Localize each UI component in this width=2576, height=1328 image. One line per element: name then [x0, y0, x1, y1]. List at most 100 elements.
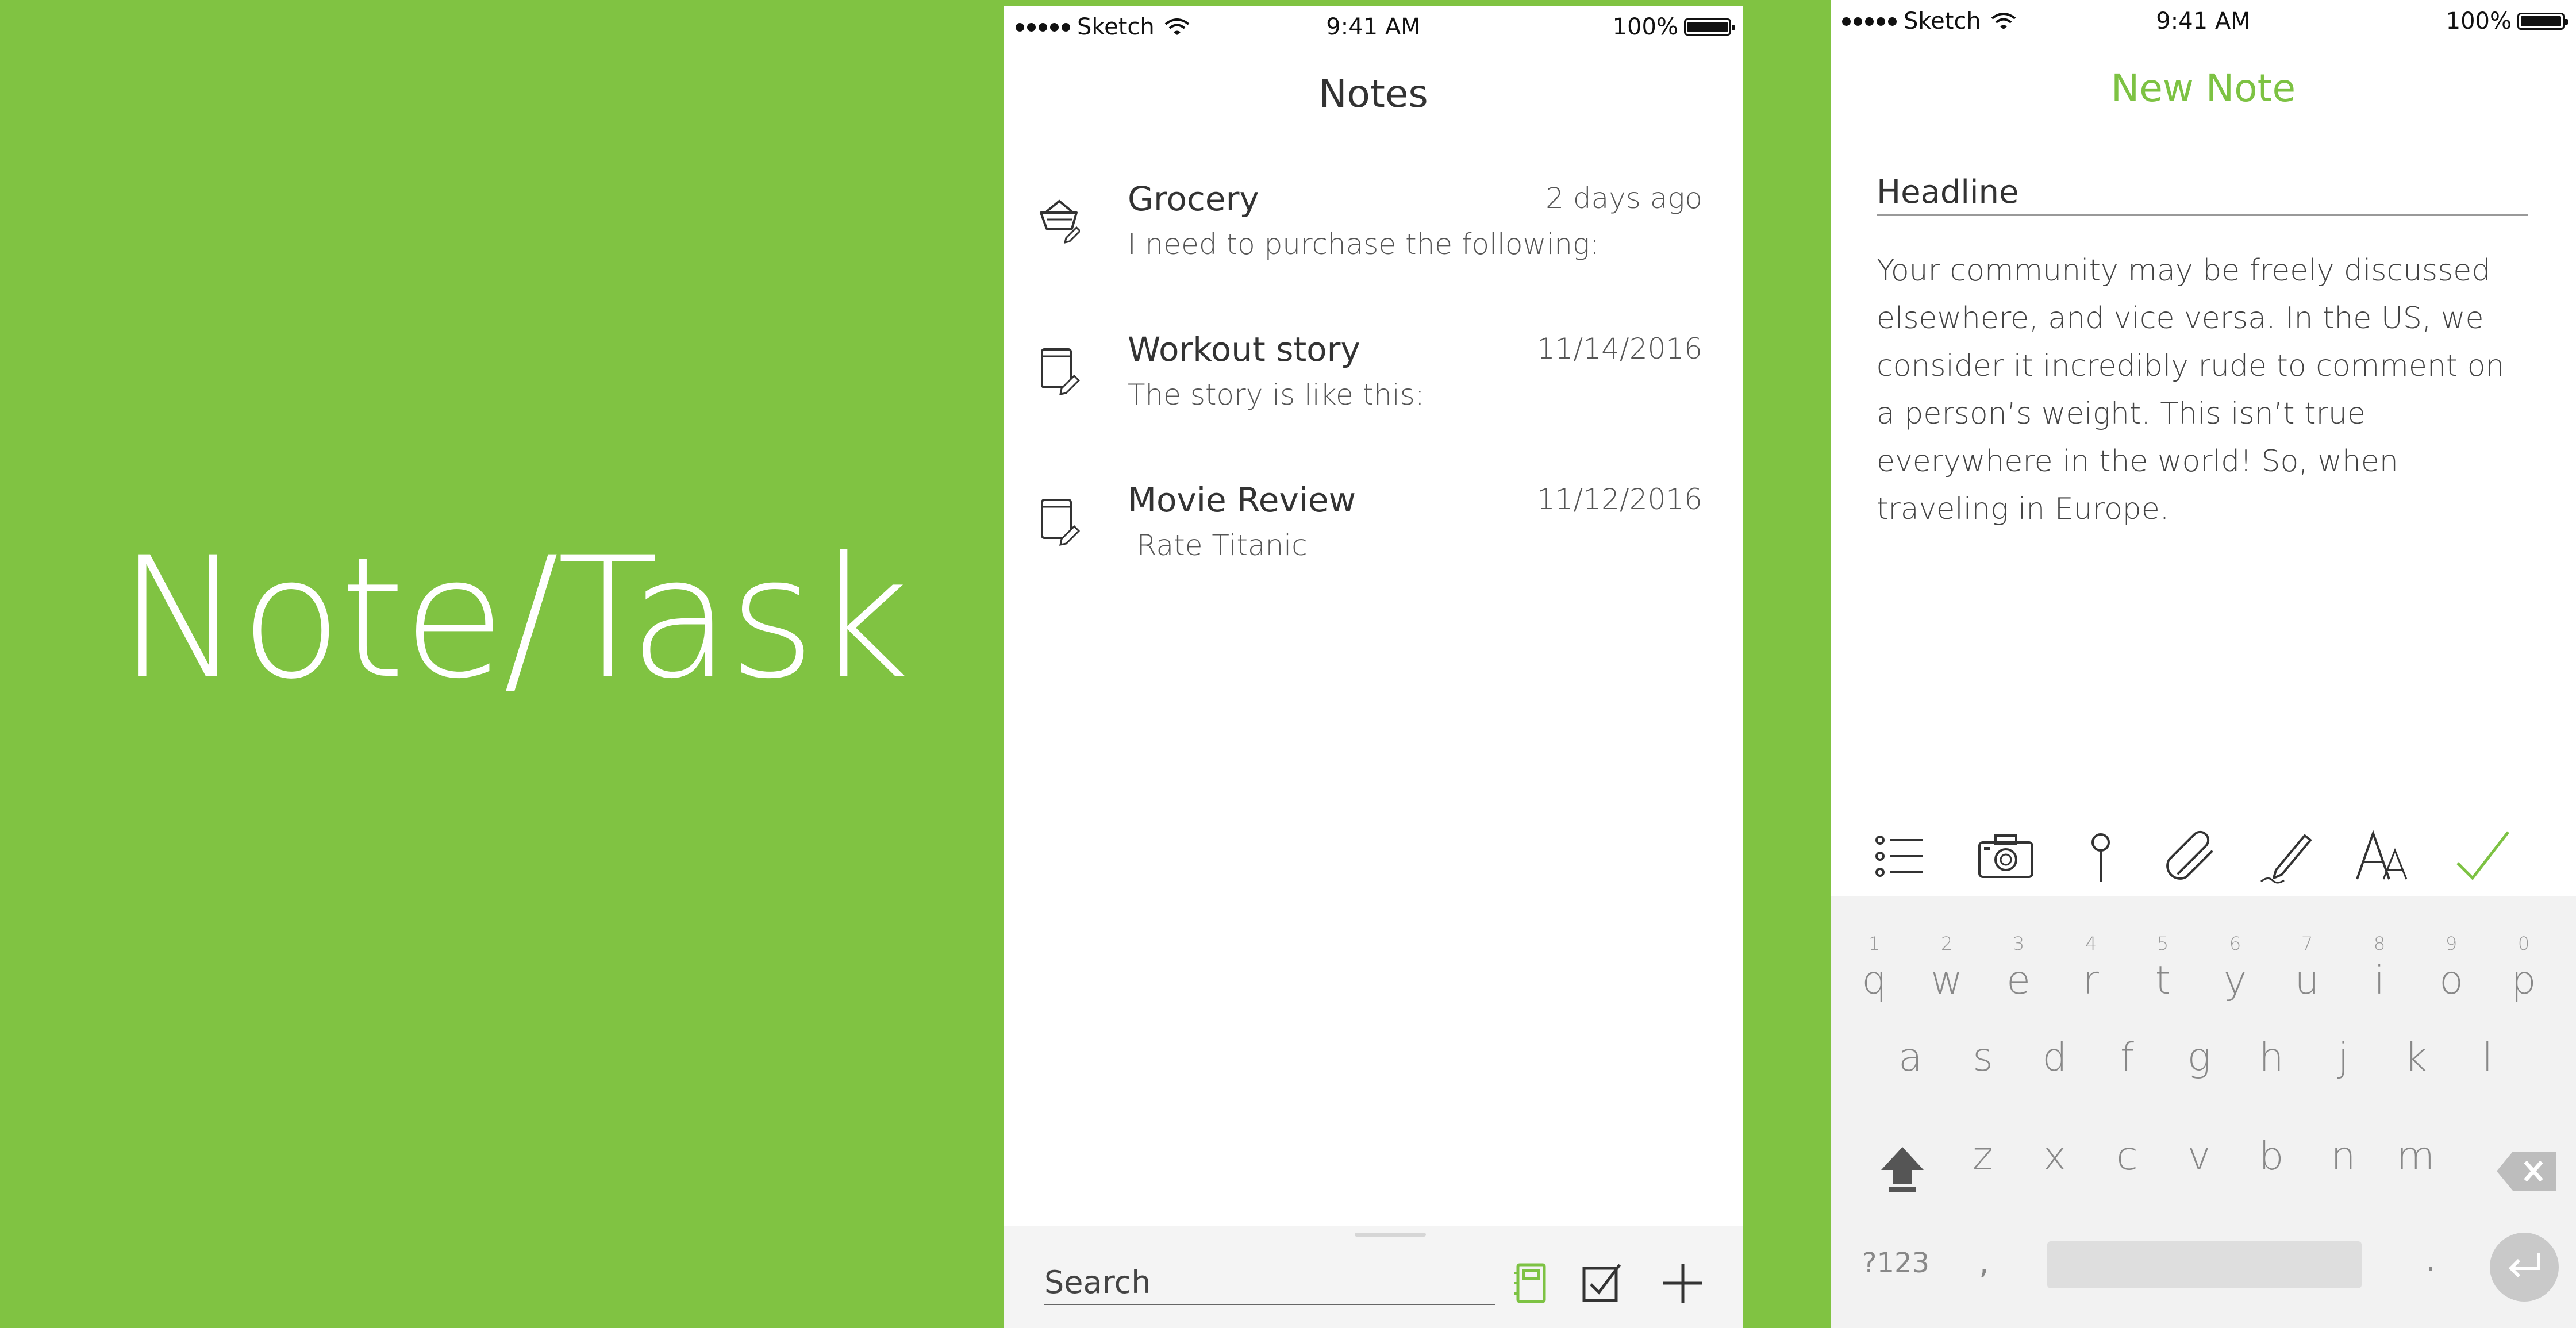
key-number-hint: 9 — [2445, 933, 2458, 954]
note-title: Workout story — [1128, 330, 1360, 369]
paperclip-icon[interactable] — [2161, 827, 2219, 885]
text-format-icon[interactable] — [2354, 827, 2411, 885]
key[interactable]: 2w — [1914, 931, 1979, 1006]
key-letter: q — [1862, 958, 1887, 1003]
note-row[interactable]: Movie Review Rate Titanic 11/12/2016 — [1004, 468, 1743, 606]
note-preview: The story is like this: — [1128, 378, 1425, 411]
key-number-hint: 6 — [2229, 933, 2241, 954]
period-key[interactable]: . — [2425, 1241, 2436, 1279]
checkmark-icon[interactable] — [2454, 827, 2512, 885]
keyboard: ?123 , . 1q2w3e4r5t6y7u8i9o0pasdfghjklzx… — [1831, 896, 2576, 1328]
space-key[interactable] — [2047, 1241, 2362, 1288]
key[interactable]: 1q — [1842, 931, 1906, 1006]
key-letter: y — [2223, 958, 2247, 1003]
comma-key[interactable]: , — [1979, 1244, 1989, 1281]
editor-toolbar — [1831, 827, 2576, 891]
note-row[interactable]: Grocery I need to purchase the following… — [1004, 167, 1743, 305]
page-title: New Note — [2110, 66, 2296, 110]
checklist-icon[interactable] — [1871, 827, 1928, 885]
key-letter: x — [2043, 1134, 2067, 1179]
key-letter: g — [2187, 1035, 2211, 1080]
plus-icon[interactable] — [1662, 1262, 1704, 1304]
key-number-hint: 2 — [1940, 933, 1953, 954]
key-letter: c — [2116, 1134, 2138, 1179]
note-preview: Rate Titanic — [1128, 529, 1308, 562]
key[interactable]: 6y — [2203, 931, 2267, 1006]
key-letter: j — [2337, 1035, 2349, 1080]
key-number-hint: 3 — [2012, 933, 2025, 954]
key-letter: d — [2042, 1035, 2067, 1080]
drag-handle[interactable] — [1355, 1233, 1426, 1237]
key[interactable]: 4r — [2059, 931, 2123, 1006]
key[interactable]: 5t — [2131, 931, 2195, 1006]
checkbox-icon[interactable] — [1582, 1262, 1623, 1304]
key[interactable]: s — [1951, 1033, 2015, 1083]
key[interactable]: v — [2167, 1132, 2231, 1181]
new-note-screen: Sketch 9:41 AM 100% New Note Your commun… — [1831, 0, 2576, 1328]
key-letter: r — [2083, 958, 2099, 1003]
key-letter: l — [2482, 1035, 2493, 1080]
key-letter: s — [1973, 1035, 1993, 1080]
key-letter: t — [2155, 958, 2171, 1003]
notebook-edit-icon — [1041, 348, 1080, 395]
key-letter: o — [2439, 958, 2463, 1003]
note-body-textarea[interactable]: Your community may be freely discussed e… — [1877, 247, 2532, 533]
note-row[interactable]: Workout story The story is like this: 11… — [1004, 317, 1743, 455]
key[interactable]: g — [2167, 1033, 2231, 1083]
key[interactable]: l — [2455, 1033, 2520, 1083]
key[interactable]: j — [2311, 1033, 2375, 1083]
pen-icon[interactable] — [2259, 827, 2316, 885]
key[interactable]: x — [2023, 1132, 2087, 1181]
key-letter: b — [2259, 1134, 2284, 1179]
key[interactable]: 7u — [2275, 931, 2339, 1006]
status-bar: Sketch 9:41 AM 100% — [1831, 0, 2576, 52]
battery: 100% — [2446, 8, 2568, 34]
key-letter: n — [2331, 1134, 2356, 1179]
symbols-key[interactable]: ?123 — [1862, 1247, 1929, 1279]
headline-input[interactable] — [1877, 172, 2528, 216]
battery: 100% — [1613, 14, 1735, 40]
key-letter: i — [2374, 958, 2385, 1003]
key-number-hint: 1 — [1868, 933, 1881, 954]
key[interactable]: a — [1878, 1033, 1943, 1083]
key[interactable]: f — [2095, 1033, 2159, 1083]
key-number-hint: 8 — [2373, 933, 2386, 954]
backspace-key-icon[interactable] — [2496, 1149, 2559, 1193]
note-date: 11/12/2016 — [1536, 483, 1702, 516]
key-letter: a — [1898, 1035, 1923, 1080]
key[interactable]: d — [2023, 1033, 2087, 1083]
key[interactable]: 8i — [2347, 931, 2412, 1006]
key-letter: h — [2259, 1035, 2284, 1080]
key[interactable]: k — [2383, 1033, 2448, 1083]
search-input[interactable] — [1044, 1260, 1495, 1305]
key[interactable]: 9o — [2419, 931, 2483, 1006]
camera-icon[interactable] — [1977, 827, 2035, 885]
status-bar: Sketch 9:41 AM 100% — [1004, 6, 1743, 57]
battery-icon — [2517, 13, 2568, 30]
key[interactable]: b — [2239, 1132, 2304, 1181]
basket-edit-icon — [1040, 199, 1080, 244]
key[interactable]: c — [2095, 1132, 2159, 1181]
key[interactable]: n — [2311, 1132, 2375, 1181]
battery-icon — [1684, 18, 1735, 36]
key-letter: z — [1973, 1134, 1993, 1179]
shift-key-icon[interactable] — [1877, 1144, 1928, 1195]
key[interactable]: 3e — [1986, 931, 2051, 1006]
key[interactable]: 0p — [2492, 931, 2556, 1006]
key-letter: w — [1931, 958, 1963, 1003]
note-title: Grocery — [1128, 179, 1259, 218]
key-number-hint: 7 — [2301, 933, 2313, 954]
key[interactable]: z — [1951, 1132, 2015, 1181]
note-date: 11/14/2016 — [1536, 332, 1702, 365]
key-letter: u — [2294, 958, 2320, 1003]
note-title: Movie Review — [1128, 480, 1356, 519]
key[interactable]: m — [2383, 1132, 2448, 1181]
location-pin-icon[interactable] — [2072, 827, 2129, 885]
key-number-hint: 5 — [2156, 933, 2169, 954]
note-preview: I need to purchase the following: — [1128, 228, 1600, 261]
key[interactable]: h — [2239, 1033, 2304, 1083]
notebook-icon[interactable] — [1510, 1262, 1551, 1304]
key-letter: v — [2187, 1134, 2211, 1179]
enter-key[interactable] — [2490, 1233, 2559, 1302]
key-number-hint: 4 — [2085, 933, 2097, 954]
